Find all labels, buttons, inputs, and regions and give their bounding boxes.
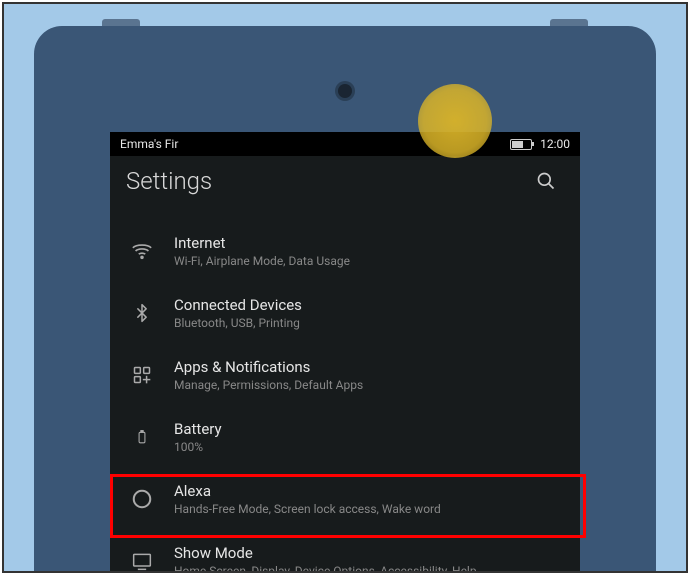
setting-title: Internet [174, 234, 564, 252]
device-name: Emma's Fir [120, 137, 178, 151]
wifi-icon [128, 237, 156, 265]
search-icon [536, 171, 556, 191]
setting-subtitle: Home Screen, Display, Device Options, Ac… [174, 564, 564, 571]
setting-item-internet[interactable]: Internet Wi-Fi, Airplane Mode, Data Usag… [110, 220, 580, 282]
setting-item-connected-devices[interactable]: Connected Devices Bluetooth, USB, Printi… [110, 282, 580, 344]
screen: Emma's Fir 12:00 Settings [110, 132, 580, 571]
tablet-frame: Emma's Fir 12:00 Settings [34, 26, 656, 571]
setting-subtitle: Bluetooth, USB, Printing [174, 316, 564, 330]
setting-item-show-mode[interactable]: Show Mode Home Screen, Display, Device O… [110, 530, 580, 571]
setting-item-apps[interactable]: Apps & Notifications Manage, Permissions… [110, 344, 580, 406]
setting-item-battery[interactable]: Battery 100% [110, 406, 580, 468]
status-bar-right: 12:00 [510, 137, 570, 151]
setting-title: Apps & Notifications [174, 358, 564, 376]
alexa-icon [128, 485, 156, 513]
setting-subtitle: Manage, Permissions, Default Apps [174, 378, 564, 392]
setting-title: Connected Devices [174, 296, 564, 314]
setting-title: Show Mode [174, 544, 564, 562]
setting-subtitle: Hands-Free Mode, Screen lock access, Wak… [174, 502, 564, 516]
page-title: Settings [126, 167, 212, 195]
setting-subtitle: Wi-Fi, Airplane Mode, Data Usage [174, 254, 564, 268]
search-button[interactable] [528, 163, 564, 199]
settings-list: Internet Wi-Fi, Airplane Mode, Data Usag… [110, 220, 580, 571]
bluetooth-icon [128, 299, 156, 327]
tablet-camera [338, 84, 352, 98]
apps-icon [128, 361, 156, 389]
setting-subtitle: 100% [174, 440, 564, 454]
setting-item-alexa[interactable]: Alexa Hands-Free Mode, Screen lock acces… [110, 468, 580, 530]
setting-title: Alexa [174, 482, 564, 500]
battery-icon [510, 139, 532, 150]
setting-title: Battery [174, 420, 564, 438]
settings-header: Settings [110, 156, 580, 206]
status-bar: Emma's Fir 12:00 [110, 132, 580, 156]
display-icon [128, 547, 156, 571]
status-time: 12:00 [540, 137, 570, 151]
page-background: Emma's Fir 12:00 Settings [2, 2, 688, 573]
battery-setting-icon [128, 423, 156, 451]
